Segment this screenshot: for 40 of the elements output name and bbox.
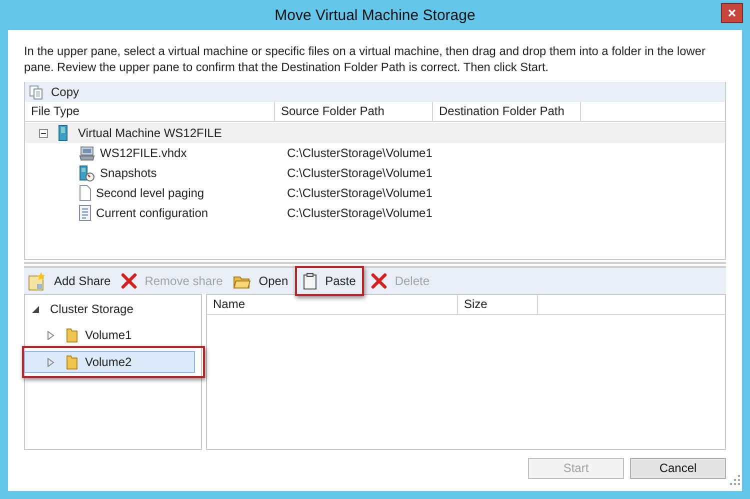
new-share-icon — [28, 272, 46, 290]
tree-item[interactable]: Volume1 — [25, 325, 195, 345]
file-type-cell: Second level paging — [96, 186, 204, 200]
file-type-cell: WS12FILE.vhdx — [100, 146, 187, 160]
source-path-cell: C:\ClusterStorage\Volume1 — [287, 186, 432, 200]
tree-row[interactable]: Virtual Machine WS12FILE — [25, 123, 725, 143]
column-header[interactable]: Size — [458, 295, 538, 314]
open-folder-icon — [232, 274, 251, 288]
source-path-cell: C:\ClusterStorage\Volume1 — [287, 166, 432, 180]
server-icon — [58, 125, 68, 141]
file-type-cell: Virtual Machine WS12FILE — [78, 126, 222, 140]
folder-icon — [66, 354, 78, 370]
window-title: Move Virtual Machine Storage — [274, 6, 476, 24]
document-icon — [79, 185, 91, 201]
cross-icon — [120, 273, 137, 289]
column-header[interactable]: Destination Folder Path — [433, 102, 581, 121]
folder-icon — [66, 327, 78, 343]
tree-item[interactable]: Cluster Storage — [25, 299, 142, 319]
open-button[interactable]: Open — [228, 270, 292, 292]
cross-icon — [370, 273, 387, 289]
column-header[interactable]: Source Folder Path — [275, 102, 433, 121]
source-path-cell: C:\ClusterStorage\Volume1 — [287, 146, 432, 160]
column-header[interactable]: File Type — [25, 102, 275, 121]
close-button[interactable] — [721, 3, 743, 23]
file-type-cell: Snapshots — [100, 166, 157, 180]
clipboard-icon — [303, 272, 318, 290]
tree-item[interactable]: Volume2 — [24, 351, 195, 373]
paste-button[interactable]: Paste — [299, 270, 360, 292]
instructions-text: In the upper pane, select a virtual machine or specific files on a virtual machine, then drag and drop them into a folder in the lower pane. Review the upper pane to confirm that the Destination Folder Path is correct. Then click Start. — [24, 43, 706, 75]
close-icon — [728, 9, 736, 17]
source-path-cell: C:\ClusterStorage\Volume1 — [287, 206, 432, 220]
resize-grip-icon — [730, 475, 740, 485]
disk-drive-icon — [79, 145, 95, 161]
cancel-button[interactable]: Cancel — [630, 458, 726, 478]
add-share-button[interactable]: Add Share — [24, 270, 115, 292]
column-header[interactable]: Name — [207, 295, 458, 314]
server-clock-icon — [79, 164, 95, 182]
file-type-cell: Current configuration — [96, 206, 208, 220]
copy-button[interactable]: Copy — [25, 81, 84, 103]
copy-icon — [29, 84, 43, 100]
